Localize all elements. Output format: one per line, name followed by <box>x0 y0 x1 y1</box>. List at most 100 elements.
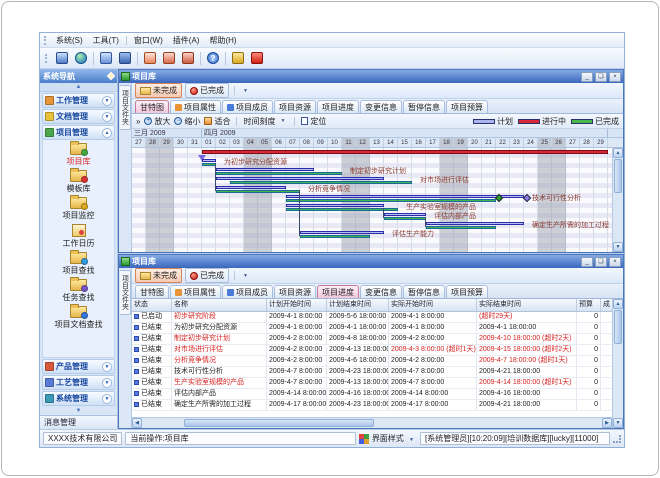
column-header-预算[interactable]: 预算 <box>577 299 601 311</box>
expand-arrow-icon[interactable]: ▼ <box>102 378 112 388</box>
mail-open-button[interactable] <box>161 50 177 66</box>
gantt-bar-plan[interactable] <box>300 231 384 234</box>
table-row[interactable]: 已启动初步研究阶段2009-4-1 8:00:002009-5-6 18:00:… <box>132 312 612 323</box>
table-row[interactable]: 已结束制定初步研究计划2009-4-2 8:00:002009-4-8 18:0… <box>132 334 612 345</box>
tab-甘特图[interactable]: 甘特图 <box>135 100 169 113</box>
tab-变更信息[interactable]: 变更信息 <box>360 100 402 113</box>
sidebar-item-项目文档查找[interactable]: 项目文档查找 <box>55 305 103 332</box>
sidebar-panel-项目管理[interactable]: 项目管理▲ <box>42 125 115 140</box>
scroll-up-arrow[interactable]: ▲ <box>613 299 623 309</box>
pin-icon[interactable] <box>107 72 115 80</box>
sidebar-item-项目库[interactable]: 项目库 <box>67 142 91 169</box>
computer-button[interactable] <box>54 50 70 66</box>
table-row[interactable]: 已结束分析竞争情况2009-4-2 8:00:002009-4-6 18:00:… <box>132 356 612 367</box>
mail-alert-button[interactable] <box>180 50 196 66</box>
scroll-thumb[interactable] <box>614 310 622 344</box>
more-filters-button[interactable]: ▼ <box>240 273 251 279</box>
gantt-bar-actual[interactable] <box>300 235 370 238</box>
sidebar-collapse-button[interactable]: ▲ <box>40 83 117 92</box>
tab-project-folder[interactable]: 项目文件夹 <box>120 270 131 315</box>
tab-变更信息[interactable]: 变更信息 <box>360 285 402 298</box>
interface-style-dropdown[interactable]: 界面样式 ▼ <box>372 433 417 444</box>
more-filters-button[interactable]: ▼ <box>240 88 251 94</box>
column-header-计划开始时间[interactable]: 计划开始时间 <box>267 299 327 311</box>
progress-window-titlebar[interactable]: 项目库 _ ❏ × <box>119 255 623 268</box>
column-header-计划结束时间[interactable]: 计划结束时间 <box>327 299 389 311</box>
sidebar-scroll-down[interactable]: ▼ <box>40 406 117 415</box>
gantt-bar-inprogress[interactable] <box>202 150 608 154</box>
gantt-bar-plan[interactable] <box>286 195 524 198</box>
table-row[interactable]: 已结束为初步研究分配资源2009-4-1 8:00:002009-4-1 18:… <box>132 323 612 334</box>
gantt-bar-actual[interactable] <box>216 190 300 193</box>
gantt-bar-actual[interactable] <box>216 172 342 175</box>
tab-项目属性[interactable]: 项目属性 <box>170 285 221 298</box>
minimize-button[interactable]: _ <box>581 72 593 82</box>
tab-项目成员[interactable]: 项目成员 <box>222 285 273 298</box>
expand-arrow-icon[interactable]: ▼ <box>102 394 112 404</box>
collapse-arrow-icon[interactable]: ▲ <box>102 128 112 138</box>
gantt-bar-plan[interactable] <box>202 159 216 162</box>
table-row[interactable]: 已结束对市场进行评估2009-4-2 8:00:002009-4-13 18:0… <box>132 345 612 356</box>
tab-项目资源[interactable]: 项目资源 <box>274 100 316 113</box>
filter-unfinished-button[interactable]: 未完成 <box>135 268 182 283</box>
scroll-down-arrow[interactable]: ▼ <box>613 242 623 252</box>
filter-finished-button[interactable]: 已完成 <box>185 83 229 98</box>
menu-item-2[interactable]: 工具(T) <box>88 34 124 47</box>
tab-project-folder[interactable]: 项目文件夹 <box>120 85 131 130</box>
timescale-dropdown[interactable]: 时间刻度▼ <box>243 116 288 127</box>
tab-项目预算[interactable]: 项目预算 <box>446 100 488 113</box>
close-button[interactable]: × <box>609 72 621 82</box>
gantt-bar-plan[interactable] <box>426 222 524 225</box>
gantt-vertical-scrollbar[interactable]: ▲ ▼ <box>612 148 623 252</box>
gantt-bar-actual[interactable] <box>230 181 412 184</box>
restore-button[interactable]: ❏ <box>595 257 607 267</box>
locate-button[interactable]: 定位 <box>301 116 326 127</box>
tab-项目属性[interactable]: 项目属性 <box>170 100 221 113</box>
sidebar-panel-工艺管理[interactable]: 工艺管理▼ <box>42 375 115 390</box>
resize-grip[interactable] <box>613 435 621 443</box>
gantt-bar-plan[interactable] <box>216 186 286 189</box>
expand-arrow-icon[interactable]: ▼ <box>102 96 112 106</box>
sidebar-item-模板库[interactable]: 模板库 <box>67 169 91 196</box>
sidebar-item-项目查找[interactable]: 项目查找 <box>63 251 95 278</box>
zoom-in-button[interactable]: +放大 <box>144 116 170 127</box>
menu-item-1[interactable]: 系统(S) <box>51 34 88 47</box>
sidebar-item-工作日历[interactable]: 工作日历 <box>63 223 95 251</box>
mail-button[interactable] <box>142 50 158 66</box>
expand-arrow-icon[interactable]: ▼ <box>102 112 112 122</box>
folder-window-button[interactable] <box>117 50 133 66</box>
gantt-bar-actual[interactable] <box>426 226 496 229</box>
scroll-thumb[interactable] <box>614 159 622 193</box>
column-header-实际开始时间[interactable]: 实际开始时间 <box>389 299 477 311</box>
scroll-up-arrow[interactable]: ▲ <box>613 148 623 158</box>
tab-甘特图[interactable]: 甘特图 <box>135 285 169 298</box>
column-header-实际结束时间[interactable]: 实际结束时间 <box>477 299 577 311</box>
gantt-bar-actual[interactable] <box>286 208 398 211</box>
table-row[interactable]: 已结束确定生产所需的加工过程2009-4-17 8:00:002009-4-23… <box>132 400 612 411</box>
tab-项目预算[interactable]: 项目预算 <box>446 285 488 298</box>
filter-finished-button[interactable]: 已完成 <box>185 268 229 283</box>
menu-item-5[interactable]: 帮助(H) <box>204 34 241 47</box>
tab-暂停信息[interactable]: 暂停信息 <box>403 285 445 298</box>
zoom-out-button[interactable]: −缩小 <box>174 116 200 127</box>
sidebar-panel-系统管理[interactable]: 系统管理▼ <box>42 391 115 406</box>
gantt-bar-plan[interactable] <box>216 168 314 171</box>
stop-button[interactable] <box>249 50 265 66</box>
toolbar-overflow-button[interactable]: » <box>136 117 140 126</box>
gantt-bar-plan[interactable] <box>384 213 426 216</box>
sidebar-item-项目监控[interactable]: 项目监控 <box>63 196 95 223</box>
fit-button[interactable]: 适合 <box>204 116 230 127</box>
sidebar-panel-文档管理[interactable]: 文档管理▼ <box>42 109 115 124</box>
close-button[interactable]: × <box>609 257 621 267</box>
folder-button[interactable] <box>98 50 114 66</box>
expand-arrow-icon[interactable]: ▼ <box>102 362 112 372</box>
tab-项目资源[interactable]: 项目资源 <box>274 285 316 298</box>
gantt-window-titlebar[interactable]: 项目库 _ ❏ × <box>119 70 623 83</box>
minimize-button[interactable]: _ <box>581 257 593 267</box>
globe-button[interactable] <box>73 50 89 66</box>
menu-item-4[interactable]: 插件(A) <box>168 34 205 47</box>
column-header-名称[interactable]: 名称 <box>172 299 267 311</box>
sidebar-panel-产品管理[interactable]: 产品管理▼ <box>42 359 115 374</box>
restore-button[interactable]: ❏ <box>595 72 607 82</box>
help-button[interactable]: ? <box>205 50 221 66</box>
